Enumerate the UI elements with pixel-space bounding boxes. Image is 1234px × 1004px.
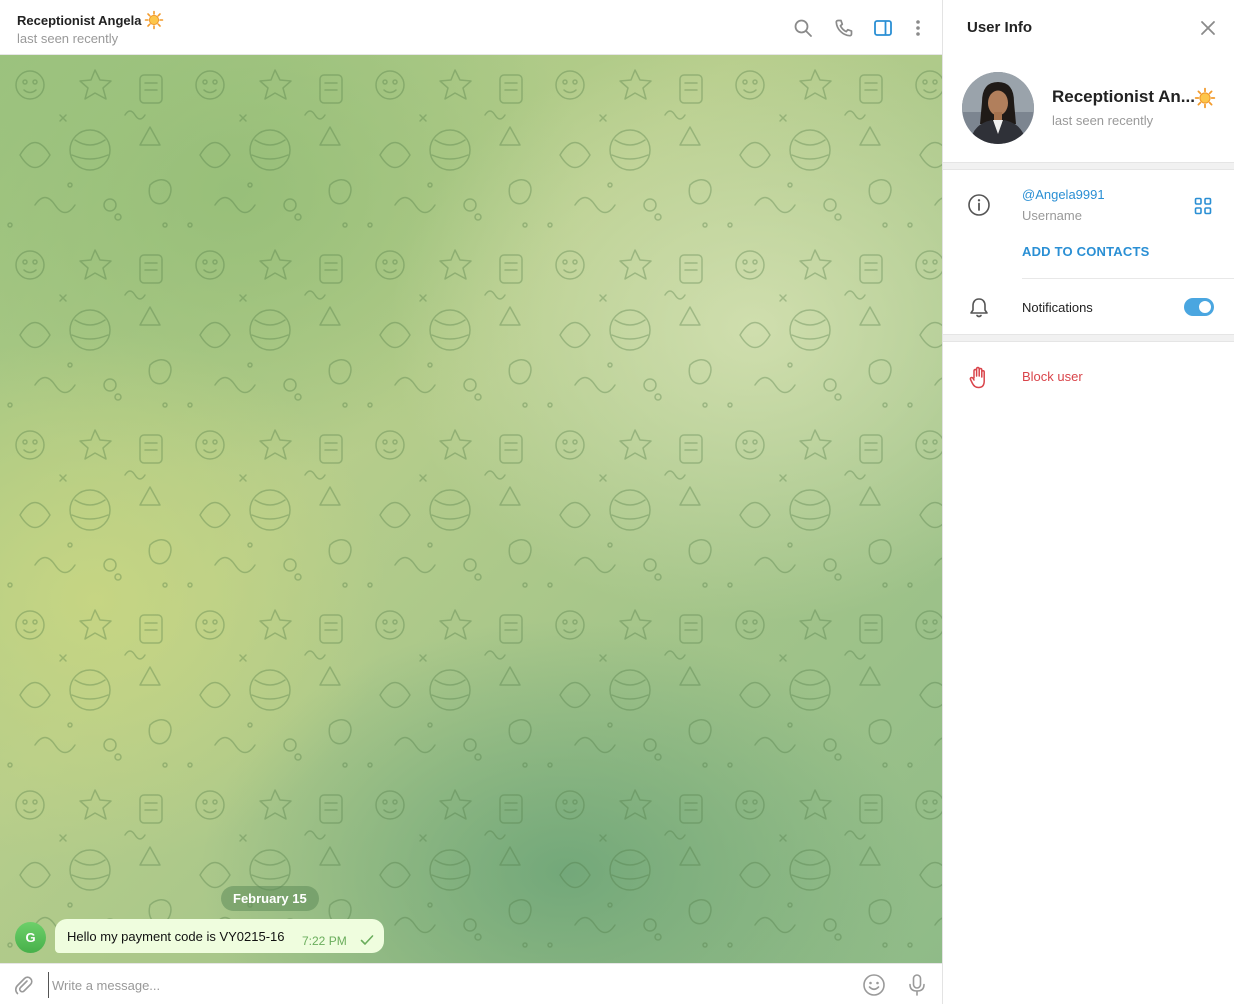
chat-title-text: Receptionist Angela: [17, 12, 142, 28]
call-button[interactable]: [831, 15, 857, 41]
profile-status: last seen recently: [1052, 113, 1154, 128]
avatar[interactable]: G: [15, 922, 46, 953]
microphone-icon: [909, 974, 925, 996]
emoji-button[interactable]: [862, 973, 886, 1002]
chat-wallpaper: [0, 55, 942, 963]
chat-title[interactable]: Receptionist Angela: [17, 10, 164, 30]
toggle-knob: [1197, 299, 1213, 315]
chat-area: Receptionist Angela last seen recently F…: [0, 0, 942, 1004]
chat-header: Receptionist Angela last seen recently: [0, 0, 942, 55]
profile-name: Receptionist An...: [1052, 87, 1195, 106]
attach-button[interactable]: [12, 974, 34, 1001]
add-to-contacts-button[interactable]: ADD TO CONTACTS: [1022, 244, 1149, 259]
close-icon: [1201, 21, 1215, 35]
block-user-button[interactable]: Block user: [1022, 369, 1083, 384]
panel-title: User Info: [967, 19, 1033, 36]
notifications-toggle[interactable]: [1184, 298, 1214, 316]
message-bubble[interactable]: Hello my payment code is VY0215-16 7:22 …: [55, 919, 384, 953]
profile-avatar[interactable]: [962, 72, 1034, 144]
search-icon: [794, 19, 812, 37]
close-panel-button[interactable]: [1198, 18, 1218, 43]
toggle-sidebar-button[interactable]: [870, 15, 896, 41]
more-options-button[interactable]: [905, 15, 931, 41]
notifications-label: Notifications: [1022, 300, 1093, 315]
section-divider: [943, 162, 1234, 170]
phone-icon: [835, 19, 853, 37]
search-button[interactable]: [790, 15, 816, 41]
sun-emoji-icon: [1194, 87, 1216, 109]
doodle-pattern: [0, 55, 942, 963]
chat-status: last seen recently: [17, 31, 119, 46]
username-label: Username: [1022, 208, 1082, 223]
check-icon: [360, 935, 374, 945]
qr-code-button[interactable]: [1194, 197, 1212, 220]
hand-stop-icon: [969, 366, 985, 389]
message-time: 7:22 PM: [302, 934, 347, 948]
username-value[interactable]: @Angela9991: [1022, 187, 1105, 202]
message-text: Hello my payment code is VY0215-16: [67, 929, 285, 944]
paperclip-icon: [14, 976, 33, 995]
user-info-panel: User Info Receptionist An... last seen r…: [942, 0, 1234, 1004]
divider: [1022, 278, 1234, 279]
emoji-icon: [863, 974, 885, 996]
sun-emoji-icon: [145, 10, 164, 30]
qr-code-icon: [1194, 197, 1212, 215]
date-separator: February 15: [221, 886, 319, 911]
message-composer: [0, 963, 942, 1004]
message-input[interactable]: [48, 972, 808, 998]
voice-record-button[interactable]: [906, 973, 928, 1002]
section-divider: [943, 334, 1234, 342]
profile-photo: [962, 72, 1034, 144]
info-icon: [968, 194, 990, 216]
bell-icon: [970, 298, 988, 318]
sidebar-toggle-icon: [874, 20, 892, 36]
more-vertical-icon: [916, 20, 920, 36]
